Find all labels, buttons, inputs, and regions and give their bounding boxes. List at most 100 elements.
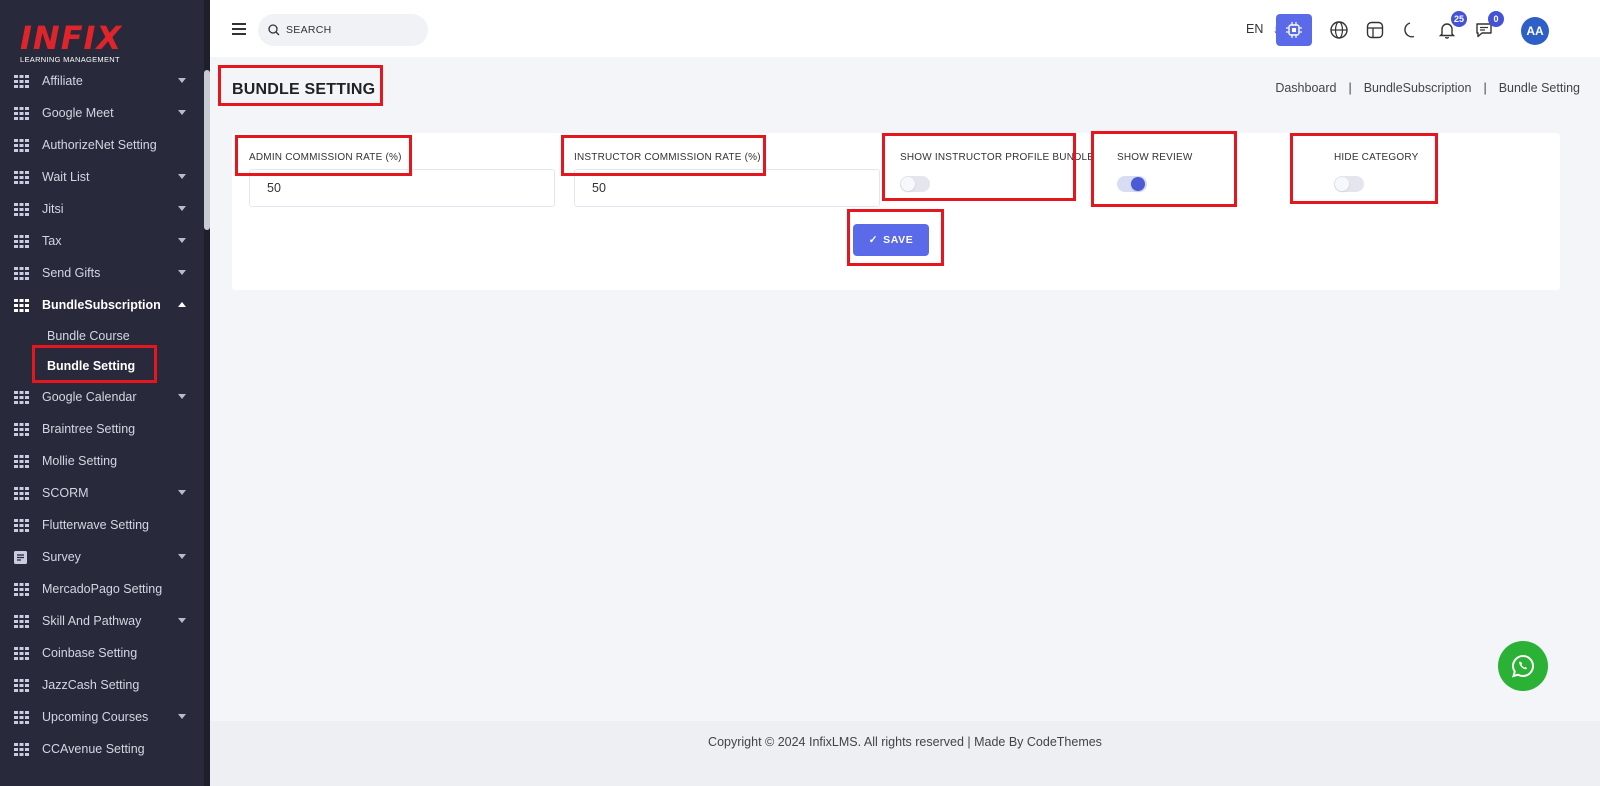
grid-icon <box>14 678 29 692</box>
sidebar-item-upcoming-courses[interactable]: Upcoming Courses <box>0 701 204 733</box>
sidebar-menu-list: Affiliate Google Meet AuthorizeNet Setting… <box>0 69 204 765</box>
globe-button[interactable] <box>1321 14 1357 46</box>
sidebar-item-braintree-setting[interactable]: Braintree Setting <box>0 413 204 445</box>
breadcrumb-separator: | <box>1483 81 1487 95</box>
sidebar-item-flutterwave-setting[interactable]: Flutterwave Setting <box>0 509 204 541</box>
sidebar-item-label: CCAvenue Setting <box>42 742 145 756</box>
caret-down-icon <box>178 270 186 275</box>
sidebar-item-label: Flutterwave Setting <box>42 518 149 532</box>
sidebar-item-ccavenue-setting[interactable]: CCAvenue Setting <box>0 733 204 765</box>
grid-icon <box>14 486 29 500</box>
globe-icon <box>1330 21 1348 39</box>
sidebar-menu: Affiliate Google Meet AuthorizeNet Setting… <box>0 69 204 779</box>
grid-icon <box>14 170 29 184</box>
sidebar-item-label: Google Calendar <box>42 390 137 404</box>
sidebar-item-scorm[interactable]: SCORM <box>0 477 204 509</box>
sidebar-item-authorizenet-setting[interactable]: AuthorizeNet Setting <box>0 129 204 161</box>
sidebar-item-affiliate[interactable]: Affiliate <box>0 69 204 97</box>
sidebar-item-wait-list[interactable]: Wait List <box>0 161 204 193</box>
sidebar-item-mercadopago-setting[interactable]: MercadoPago Setting <box>0 573 204 605</box>
sidebar-subitem-bundle-setting[interactable]: Bundle Setting <box>0 345 204 383</box>
whatsapp-chat-button[interactable] <box>1498 641 1548 691</box>
sidebar-item-mollie-setting[interactable]: Mollie Setting <box>0 445 204 477</box>
highlight-box-instructor-commission <box>561 135 766 176</box>
caret-up-icon <box>178 302 186 307</box>
sidebar: INFIX LEARNING MANAGEMENT Affiliate Googl… <box>0 0 210 786</box>
sidebar-item-jitsi[interactable]: Jitsi <box>0 193 204 225</box>
moon-icon <box>1404 22 1415 38</box>
sidebar-item-jazzcash-setting[interactable]: JazzCash Setting <box>0 669 204 701</box>
caret-down-icon <box>178 394 186 399</box>
layout-button[interactable] <box>1357 14 1393 46</box>
sidebar-item-label: Mollie Setting <box>42 454 118 468</box>
search-input[interactable] <box>286 24 416 36</box>
caret-down-icon <box>178 618 186 623</box>
sidebar-item-label: Send Gifts <box>42 266 101 280</box>
message-count-badge: 0 <box>1488 11 1504 27</box>
grid-icon <box>14 266 29 280</box>
grid-icon <box>14 234 29 248</box>
sidebar-item-google-meet[interactable]: Google Meet <box>0 97 204 129</box>
grid-icon <box>14 422 29 436</box>
logo-word: INFIX <box>20 19 123 57</box>
caret-down-icon <box>178 490 186 495</box>
sidebar-item-label: Survey <box>42 550 81 564</box>
sidebar-item-label: Upcoming Courses <box>42 710 149 724</box>
grid-icon <box>14 202 29 216</box>
grid-icon <box>14 74 29 88</box>
top-header: EN ↓ 25 0 AA <box>210 0 1600 57</box>
grid-icon <box>14 646 29 660</box>
hamburger-menu-icon[interactable] <box>232 23 246 35</box>
chip-settings-button[interactable] <box>1276 14 1312 46</box>
sidebar-item-skill-and-pathway[interactable]: Skill And Pathway <box>0 605 204 637</box>
logo-subtitle: LEARNING MANAGEMENT <box>20 55 120 64</box>
user-avatar[interactable]: AA <box>1521 17 1549 45</box>
language-selector[interactable]: EN ↓ <box>1246 22 1279 36</box>
footer: Copyright © 2024 InfixLMS. All rights re… <box>210 721 1600 786</box>
layout-icon <box>1366 21 1384 39</box>
breadcrumb-bundlesubscription[interactable]: BundleSubscription <box>1364 81 1472 95</box>
sidebar-item-send-gifts[interactable]: Send Gifts <box>0 257 204 289</box>
sidebar-item-label: MercadoPago Setting <box>42 582 163 596</box>
sidebar-item-label: Braintree Setting <box>42 422 136 436</box>
highlight-box-save <box>847 209 944 266</box>
sidebar-item-survey[interactable]: Survey <box>0 541 204 573</box>
caret-down-icon <box>178 554 186 559</box>
highlight-box-show-review <box>1091 131 1237 207</box>
breadcrumb-dashboard[interactable]: Dashboard <box>1275 81 1336 95</box>
sidebar-item-google-calendar[interactable]: Google Calendar <box>0 381 204 413</box>
breadcrumb-bundle-setting[interactable]: Bundle Setting <box>1499 81 1580 95</box>
grid-icon <box>14 742 29 756</box>
caret-down-icon <box>178 714 186 719</box>
sidebar-item-label: Jitsi <box>42 202 64 216</box>
chip-icon <box>1286 22 1302 38</box>
sidebar-item-coinbase-setting[interactable]: Coinbase Setting <box>0 637 204 669</box>
sidebar-item-label: SCORM <box>42 486 89 500</box>
sidebar-item-bundlesubscription[interactable]: BundleSubscription <box>0 289 204 321</box>
sidebar-item-label: Tax <box>42 234 62 248</box>
sidebar-subitem-label: Bundle Course <box>47 329 130 343</box>
grid-icon <box>14 106 29 120</box>
sidebar-item-label: Google Meet <box>42 106 114 120</box>
grid-icon <box>14 614 29 628</box>
breadcrumb: Dashboard | BundleSubscription | Bundle … <box>1275 81 1580 95</box>
caret-down-icon <box>178 238 186 243</box>
caret-down-icon <box>178 78 186 83</box>
sidebar-item-label: Affiliate <box>42 74 83 88</box>
sidebar-item-label: BundleSubscription <box>42 298 161 312</box>
caret-down-icon <box>178 110 186 115</box>
caret-down-icon <box>178 206 186 211</box>
grid-icon <box>14 710 29 724</box>
language-code: EN <box>1246 22 1264 36</box>
notifications-button[interactable]: 25 <box>1429 11 1467 46</box>
sidebar-item-label: JazzCash Setting <box>42 678 140 692</box>
dark-mode-button[interactable] <box>1393 14 1429 46</box>
search-box[interactable] <box>258 14 428 46</box>
sidebar-item-tax[interactable]: Tax <box>0 225 204 257</box>
caret-down-icon <box>178 174 186 179</box>
breadcrumb-separator: | <box>1348 81 1352 95</box>
page-title: BUNDLE SETTING <box>232 81 376 98</box>
sidebar-item-label: Skill And Pathway <box>42 614 142 628</box>
messages-button[interactable]: 0 <box>1466 11 1504 46</box>
app-logo[interactable]: INFIX LEARNING MANAGEMENT <box>20 22 122 64</box>
